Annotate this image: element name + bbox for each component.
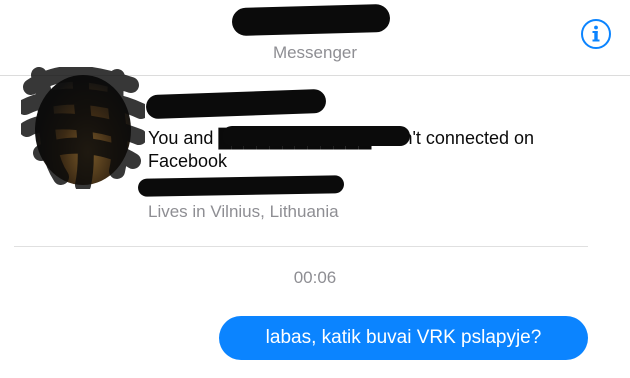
profile-divider: [14, 246, 588, 247]
outgoing-message-bubble[interactable]: labas, katik buvai VRK pslapyje?: [219, 316, 588, 360]
location-text: Lives in Vilnius, Lithuania: [148, 202, 339, 221]
bio-name-redaction: [222, 126, 410, 146]
avatar[interactable]: [21, 67, 145, 189]
info-icon[interactable]: [580, 18, 612, 50]
avatar-redaction-scribble: [21, 67, 145, 189]
conversation-header: Messenger: [0, 0, 630, 76]
message-timestamp: 00:06: [293, 268, 337, 287]
work-info-redaction: [137, 175, 345, 197]
profile-name-redaction: [145, 88, 327, 120]
contact-name-redaction: [231, 3, 391, 37]
header-subtitle: Messenger: [272, 43, 358, 62]
